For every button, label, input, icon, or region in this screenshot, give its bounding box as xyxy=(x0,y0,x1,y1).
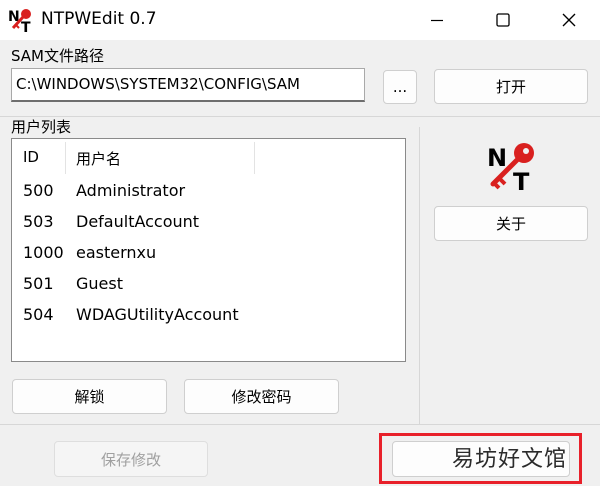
table-row[interactable]: 501 Guest xyxy=(12,270,405,301)
watermark: 易坊好文馆 xyxy=(452,447,568,472)
table-row[interactable]: 504 WDAGUtilityAccount xyxy=(12,301,405,332)
close-button[interactable] xyxy=(546,0,592,40)
user-id: 501 xyxy=(23,274,54,293)
change-password-button[interactable]: 修改密码 xyxy=(184,379,339,414)
list-header: ID 用户名 xyxy=(12,139,405,176)
svg-text:T: T xyxy=(513,168,530,192)
maximize-button[interactable] xyxy=(480,0,526,40)
column-separator[interactable] xyxy=(65,142,66,174)
user-name: WDAGUtilityAccount xyxy=(76,305,239,324)
table-row[interactable]: 500 Administrator xyxy=(12,177,405,208)
table-row[interactable]: 503 DefaultAccount xyxy=(12,208,405,239)
app-logo-icon: N T xyxy=(8,9,31,33)
user-name: Guest xyxy=(76,274,123,293)
user-name: Administrator xyxy=(76,181,186,200)
svg-text:N: N xyxy=(487,144,507,172)
ntpwedit-logo-icon: N T xyxy=(487,143,534,192)
user-list[interactable]: ID 用户名 500 Administrator 503 DefaultAcco… xyxy=(11,138,406,362)
user-id: 504 xyxy=(23,305,54,324)
svg-text:T: T xyxy=(21,20,31,33)
user-name: easternxu xyxy=(76,243,157,262)
column-header-username[interactable]: 用户名 xyxy=(76,148,121,169)
title-bar[interactable]: N T NTPWEdit 0.7 xyxy=(0,0,600,40)
window-title: NTPWEdit 0.7 xyxy=(41,9,157,29)
user-id: 1000 xyxy=(23,243,64,262)
browse-button[interactable]: ... xyxy=(383,70,417,104)
ntpwedit-window: N T NTPWEdit 0.7 SAM文件路径 C:\WINDOWS\SYST… xyxy=(0,0,600,486)
save-changes-button[interactable]: 保存修改 xyxy=(54,441,208,477)
column-header-id[interactable]: ID xyxy=(23,148,39,166)
divider xyxy=(419,127,420,424)
user-list-label: 用户列表 xyxy=(11,118,72,136)
open-button[interactable]: 打开 xyxy=(434,69,588,104)
user-id: 503 xyxy=(23,212,54,231)
minimize-icon xyxy=(431,19,443,22)
sam-path-label: SAM文件路径 xyxy=(11,47,105,65)
minimize-button[interactable] xyxy=(414,0,460,40)
divider xyxy=(0,116,600,117)
unlock-button[interactable]: 解锁 xyxy=(12,379,167,414)
user-name: DefaultAccount xyxy=(76,212,200,231)
table-row[interactable]: 1000 easternxu xyxy=(12,239,405,270)
maximize-icon xyxy=(496,13,510,27)
about-button[interactable]: 关于 xyxy=(434,206,588,241)
close-icon xyxy=(562,13,576,27)
divider xyxy=(0,424,600,425)
column-separator[interactable] xyxy=(254,142,255,174)
sam-path-input[interactable]: C:\WINDOWS\SYSTEM32\CONFIG\SAM xyxy=(11,68,365,102)
user-id: 500 xyxy=(23,181,54,200)
